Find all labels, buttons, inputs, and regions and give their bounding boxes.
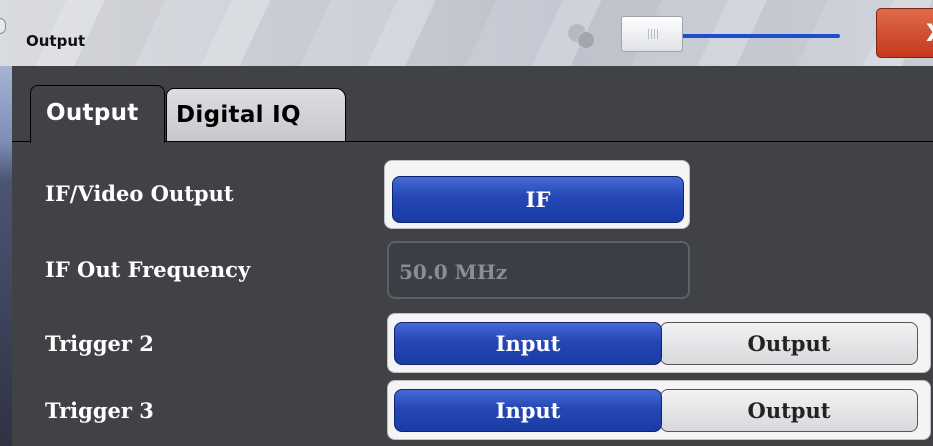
tab-digital-iq[interactable]: Digital IQ: [166, 88, 346, 142]
close-button[interactable]: X: [876, 8, 933, 58]
if-out-frequency-field: 50.0 MHz: [387, 241, 690, 299]
trigger3-label: Trigger 3: [45, 398, 154, 423]
if-video-output-label: IF/Video Output: [45, 181, 234, 206]
circle-front: [577, 31, 595, 49]
window-title: Output: [26, 32, 86, 50]
transparency-slider-thumb[interactable]: [621, 16, 683, 52]
trigger3-input-button[interactable]: Input: [394, 389, 662, 432]
transparency-slider-track[interactable]: [680, 34, 840, 38]
title-bar: Output X: [0, 0, 933, 66]
trigger2-input-button[interactable]: Input: [394, 322, 662, 365]
grip-icon: [648, 29, 658, 39]
close-icon: X: [926, 19, 933, 47]
if-out-frequency-label: IF Out Frequency: [45, 257, 251, 282]
tab-output[interactable]: Output: [30, 85, 165, 143]
trigger2-label: Trigger 2: [45, 331, 154, 356]
trigger2-output-button[interactable]: Output: [660, 322, 918, 365]
title-bar-texture: [0, 0, 933, 66]
if-video-output-button[interactable]: IF: [392, 176, 684, 223]
trigger3-output-button[interactable]: Output: [660, 389, 918, 432]
circles-icon[interactable]: [568, 24, 604, 52]
window-left-edge: [0, 66, 12, 446]
